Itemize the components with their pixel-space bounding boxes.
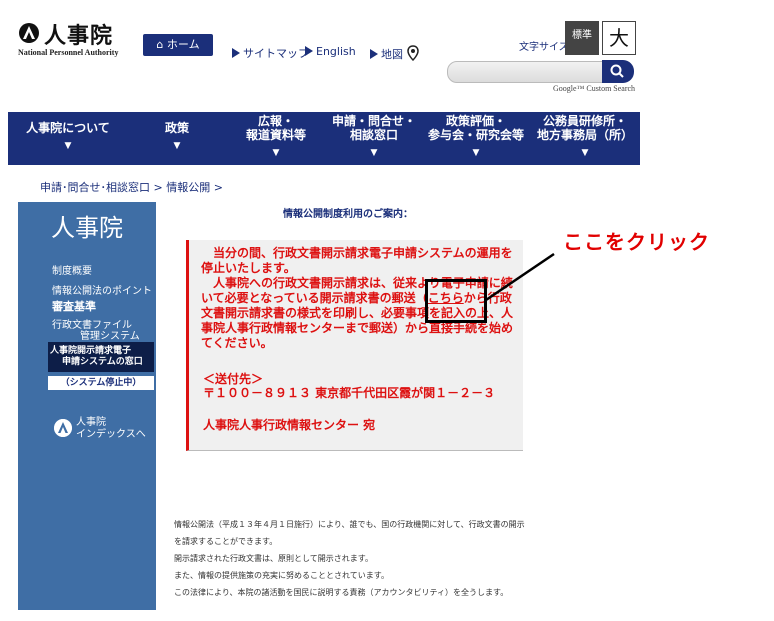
footer-text: 情報公開法（平成１３年４月１日施行）により、誰でも、国の行政機関に対して、行政文… [174,520,525,597]
npa-logo-icon [54,419,72,437]
sidebar-item-points[interactable]: 情報公開法のポイント [52,282,152,297]
address-organization: 人事院人事行政情報センター 宛 [203,418,376,432]
notice-box: 当分の間、行政文書開示請求電子申請システムの運用を停止いたします。 人事院への行… [186,240,523,451]
nav-divider [8,162,640,165]
sidebar-index-link[interactable]: 人事院 インデックスへ [54,417,154,441]
chevron-down-icon: ▼ [272,148,280,158]
sidebar-item-overview[interactable]: 制度概要 [52,262,92,277]
nav-policy[interactable]: 政策 ▼ [128,112,226,162]
search-input[interactable] [447,61,604,83]
sidebar-title: 人事院 [51,214,123,242]
callout-text: ここをクリック [563,230,710,254]
address-label: ＜送付先＞ [203,372,264,386]
arrow-right-icon [305,46,313,56]
logo-subtitle: National Personnel Authority [18,48,119,57]
home-icon: ⌂ [156,38,164,51]
chevron-down-icon: ▼ [64,141,72,151]
main-nav: 人事院について ▼ 政策 ▼ 広報・ 報道資料等 ▼ 申請・問合せ・ 相談窓口 ▼ 政策… [8,112,640,162]
breadcrumb[interactable]: 申請･問合せ･相談窓口 > 情報公開 > [40,179,223,195]
chevron-down-icon: ▼ [370,148,378,158]
nav-about[interactable]: 人事院について ▼ [8,112,128,162]
sidebar-item-e-application[interactable]: 人事院開示請求電子 申請システムの窓口 [48,342,154,372]
sidebar-item-criteria[interactable]: 審査基準 [52,298,96,314]
callout-line [485,252,555,302]
text-size-label: 文字サイズ [519,42,569,53]
sidebar-item-file-system-2[interactable]: 管理システム [80,327,140,342]
sitemap-link[interactable]: サイトマップ [232,45,309,61]
nav-pr[interactable]: 広報・ 報道資料等 ▼ [226,112,326,162]
highlight-box [425,279,487,323]
arrow-right-icon [232,48,240,58]
search-button[interactable] [602,60,634,83]
home-button[interactable]: ⌂ ホーム [143,34,213,56]
search-icon [610,64,624,78]
guide-title: 情報公開制度利用のご案内： [283,209,413,220]
text-size-standard-button[interactable]: 標準 [565,21,599,55]
chevron-down-icon: ▼ [581,148,589,158]
sidebar: 人事院 制度概要 情報公開法のポイント 審査基準 行政文書ファイル 管理システム… [18,202,156,610]
map-pin-icon [406,45,419,62]
nav-training[interactable]: 公務員研修所・ 地方事務局（所） ▼ [530,112,640,162]
chevron-down-icon: ▼ [472,148,480,158]
address-line: 〒１００－８９１３ 東京都千代田区霞が関１－２－３ [203,386,496,400]
sidebar-item-system-stopped[interactable]: （システム停止中） [48,376,154,390]
nav-evaluation[interactable]: 政策評価・ 参与会・研究会等 ▼ [422,112,530,162]
notice-paragraph-1: 当分の間、行政文書開示請求電子申請システムの運用を停止いたします。 [201,246,513,275]
npa-logo-icon [19,23,39,43]
text-size-large-button[interactable]: 大 [602,21,636,55]
map-link[interactable]: 地図 [370,45,419,62]
chevron-down-icon: ▼ [173,141,181,151]
logo-title: 人事院 [44,24,114,49]
logo[interactable]: 人事院 National Personnel Authority [18,22,138,64]
google-custom-search-label: Google™ Custom Search [553,84,636,93]
nav-application[interactable]: 申請・問合せ・ 相談窓口 ▼ [326,112,422,162]
arrow-right-icon [370,49,378,59]
english-link[interactable]: English [305,45,356,58]
